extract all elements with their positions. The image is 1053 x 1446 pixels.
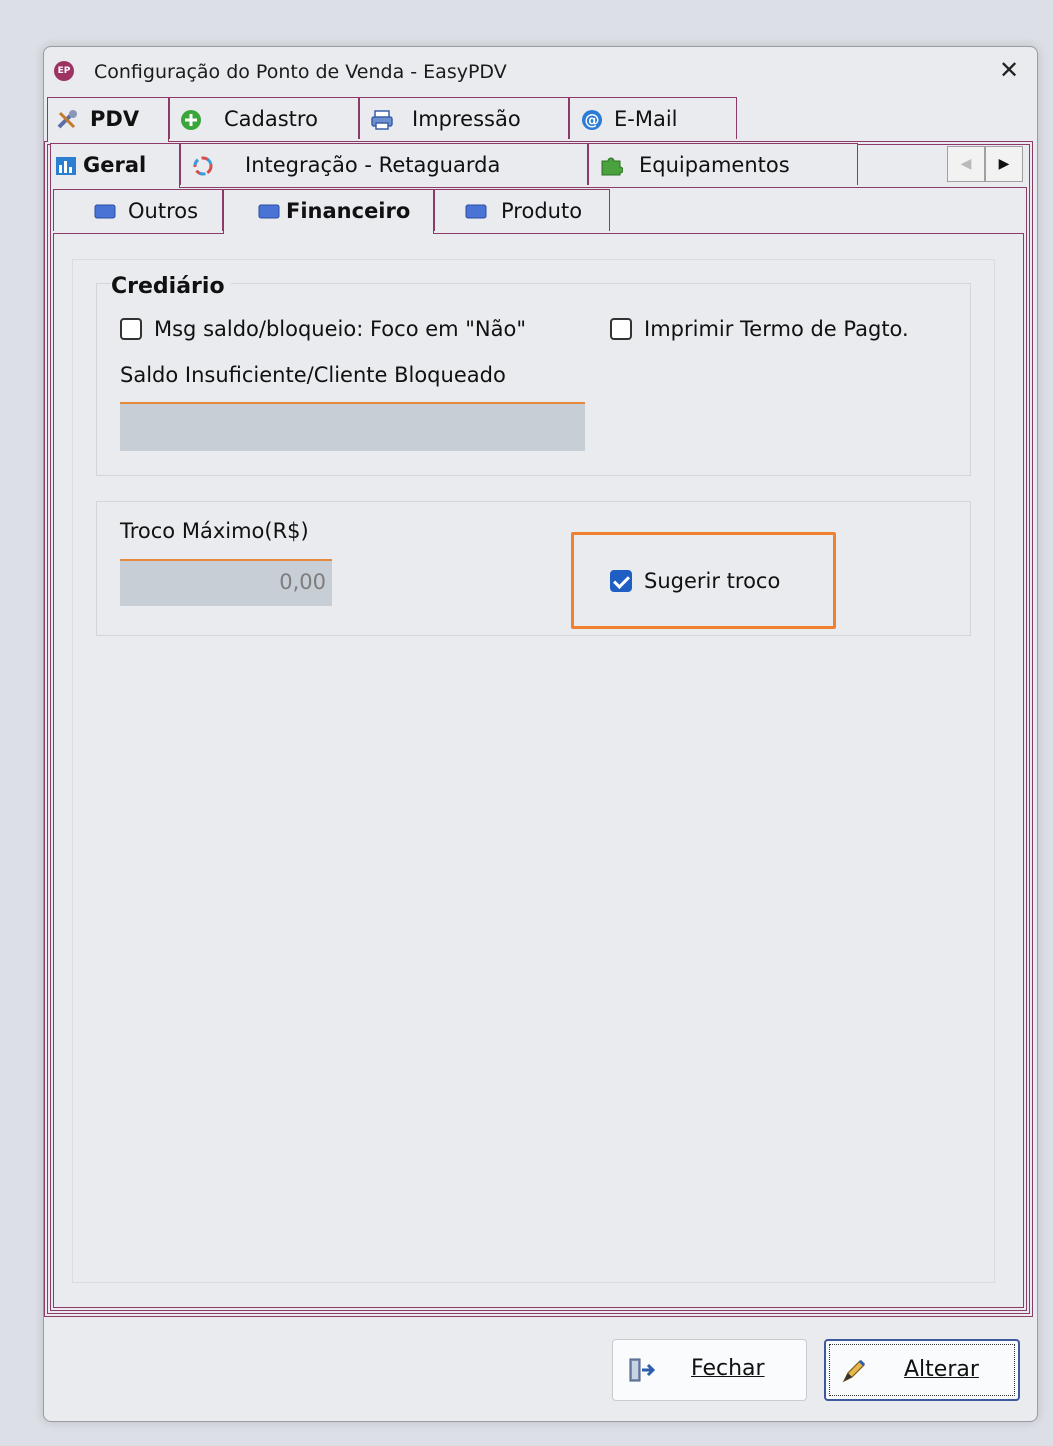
tab-integracao[interactable]: Integração - Retaguarda [180,143,588,185]
config-window: EP Configuração do Ponto de Venda - Easy… [43,46,1038,1422]
tab-financeiro[interactable]: Financeiro [223,189,434,234]
tabstrip-pdv: Integração - Retaguarda Equipamentos Ger… [50,143,870,188]
tabstrip-main: Cadastro Impressão @ E-Mail PDV [47,97,747,142]
tab-pdv[interactable]: PDV [47,97,169,142]
alterar-button[interactable]: Alterar [824,1339,1020,1401]
msg-saldo-label: Msg saldo/bloqueio: Foco em "Não" [154,317,527,341]
tab-cadastro[interactable]: Cadastro [169,97,359,139]
pencil-icon [840,1357,868,1385]
folder-icon [258,201,280,221]
exit-door-icon [627,1356,656,1384]
close-button[interactable]: ✕ [995,57,1023,85]
printer-icon [370,109,393,130]
tab-impressao[interactable]: Impressão [359,97,569,139]
tab-scroll-right-button[interactable]: ▶ [985,146,1023,182]
puzzle-icon [599,155,623,176]
folder-icon [465,201,487,221]
tools-icon [56,109,78,129]
plus-circle-icon [180,109,202,130]
fechar-button[interactable]: Fechar [612,1339,807,1401]
saldo-insuficiente-label: Saldo Insuficiente/Cliente Bloqueado [120,363,506,387]
tab-scroll-left-button[interactable]: ◀ [947,146,985,182]
tab-produto[interactable]: Produto [434,189,610,231]
tabstrip-geral: Outros Produto Financeiro [53,189,613,234]
checkbox-box[interactable] [120,318,142,340]
saldo-insuficiente-input[interactable] [120,402,585,451]
tab-email[interactable]: @ E-Mail [569,97,737,139]
tab-scroller: ◀ ▶ [947,146,1023,182]
grid-icon [55,155,77,175]
tab-outros[interactable]: Outros [53,189,223,231]
app-icon: EP [54,61,74,81]
title-bar: EP Configuração do Ponto de Venda - Easy… [44,47,1037,97]
troco-maximo-input[interactable]: 0,00 [120,559,332,606]
svg-text:@: @ [585,111,600,129]
sugerir-troco-checkbox[interactable]: Sugerir troco [610,569,780,593]
imprimir-termo-label: Imprimir Termo de Pagto. [644,317,909,341]
msg-saldo-checkbox[interactable]: Msg saldo/bloqueio: Foco em "Não" [120,317,526,341]
sync-icon [191,155,213,176]
sugerir-troco-label: Sugerir troco [644,569,781,593]
tab-geral[interactable]: Geral [50,143,180,188]
tab-equipamentos[interactable]: Equipamentos [588,143,858,185]
checkbox-box-checked[interactable] [610,570,632,592]
at-icon: @ [580,109,602,130]
window-title: Configuração do Ponto de Venda - EasyPDV [94,61,507,83]
crediario-title: Crediário [111,274,231,299]
troco-maximo-label: Troco Máximo(R$) [120,519,309,543]
imprimir-termo-checkbox[interactable]: Imprimir Termo de Pagto. [610,317,909,341]
checkbox-box[interactable] [610,318,632,340]
folder-icon [94,201,116,221]
